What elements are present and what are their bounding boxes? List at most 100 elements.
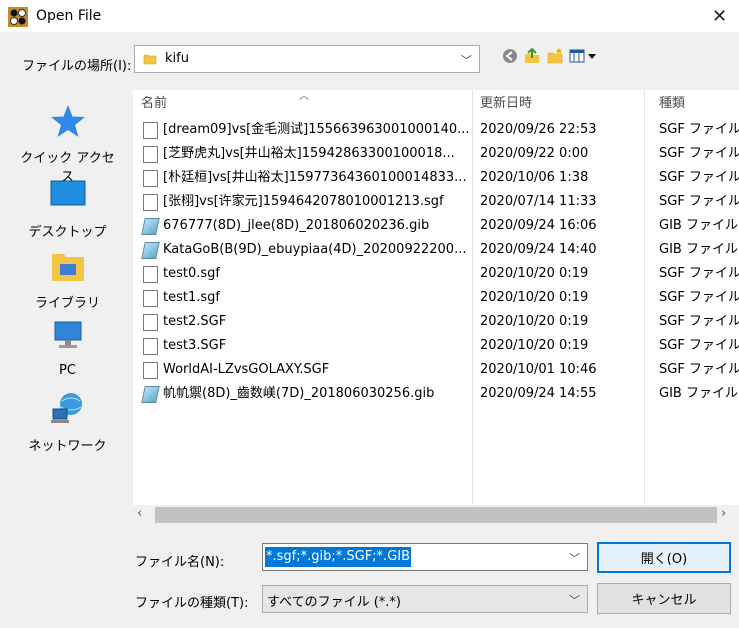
- file-name-cell: 676777(8D)_jlee(8D)_201806020236.gib: [163, 218, 430, 233]
- table-row[interactable]: [朴廷桓]vs[井山裕太]15977364360100014833... 2020…: [133, 166, 739, 190]
- file-type-cell: SGF ファイル: [659, 146, 739, 161]
- pc-icon: [54, 321, 82, 348]
- file-date-cell: 2020/09/24 14:40: [480, 242, 597, 257]
- gib-file-icon: [141, 386, 160, 403]
- place-desktop[interactable]: デスクトップ: [15, 177, 120, 241]
- view-menu-icon[interactable]: [568, 46, 598, 66]
- open-button-label: 開く(O): [640, 552, 688, 567]
- column-header-type[interactable]: 種類: [659, 90, 685, 117]
- table-row[interactable]: test3.SGF 2020/10/20 0:19 SGF ファイル: [133, 334, 739, 358]
- cancel-button[interactable]: キャンセル: [597, 583, 731, 614]
- window-title: Open File: [36, 8, 102, 24]
- file-name-cell: [朴廷桓]vs[井山裕太]15977364360100014833...: [163, 170, 467, 185]
- chevron-down-icon[interactable]: ﹀: [569, 592, 580, 608]
- table-row[interactable]: 㠶㠶禦(8D)_齒数嵄(7D)_201806030256.gib 2020/09/…: [133, 382, 739, 406]
- file-date-cell: 2020/07/14 11:33: [480, 194, 597, 209]
- filetype-label: ファイルの種類(T):: [135, 596, 249, 611]
- place-pc[interactable]: PC: [15, 319, 120, 383]
- file-type-cell: SGF ファイル: [659, 170, 739, 185]
- gib-file-icon: [141, 242, 160, 259]
- column-header-date[interactable]: 更新日時: [480, 90, 532, 117]
- close-button[interactable]: ✕: [700, 0, 739, 32]
- file-date-cell: 2020/09/22 0:00: [480, 146, 589, 161]
- file-type-cell: SGF ファイル: [659, 338, 739, 353]
- location-combo[interactable]: kifu ﹀: [134, 45, 480, 73]
- file-date-cell: 2020/10/06 1:38: [480, 170, 589, 185]
- file-type-cell: GIB ファイル: [659, 218, 738, 233]
- table-row[interactable]: test1.sgf 2020/10/20 0:19 SGF ファイル: [133, 286, 739, 310]
- file-type-cell: SGF ファイル: [659, 194, 739, 209]
- scroll-left-icon[interactable]: ‹: [137, 506, 142, 521]
- filename-value[interactable]: *.sgf;*.gib;*.SGF;*.GIB: [265, 547, 412, 567]
- place-label: ライブラリ: [34, 296, 100, 311]
- document-icon: [143, 122, 158, 139]
- file-list[interactable]: ︿ 名前 更新日時 種類 [dream09]vs[金毛测试]1556639630…: [133, 90, 739, 525]
- file-name-cell: WorldAI-LZvsGOLAXY.SGF: [163, 362, 330, 377]
- file-name-cell: [张栩]vs[许家元]1594642078010001213.sgf: [163, 194, 444, 209]
- filename-input[interactable]: *.sgf;*.gib;*.SGF;*.GIB ﹀: [262, 543, 588, 571]
- horizontal-scrollbar[interactable]: ‹ ›: [133, 505, 739, 525]
- document-icon: [143, 170, 158, 187]
- app-icon: [8, 7, 28, 27]
- scroll-right-icon[interactable]: ›: [721, 506, 726, 521]
- column-header-name[interactable]: 名前: [141, 90, 167, 117]
- file-type-cell: SGF ファイル: [659, 290, 739, 305]
- places-bar: クイック アクセス デスクトップ ライブラリ PC ネットワーク: [15, 93, 120, 513]
- place-library[interactable]: ライブラリ: [15, 248, 120, 312]
- place-label: ネットワーク: [28, 439, 107, 454]
- place-network[interactable]: ネットワーク: [15, 391, 120, 455]
- quick-access-star-icon: [51, 105, 85, 137]
- table-row[interactable]: WorldAI-LZvsGOLAXY.SGF 2020/10/01 10:46 SG…: [133, 358, 739, 382]
- document-icon: [143, 314, 158, 331]
- up-folder-icon[interactable]: [522, 46, 542, 66]
- cancel-button-label: キャンセル: [631, 593, 697, 608]
- new-folder-icon[interactable]: [545, 46, 565, 66]
- file-date-cell: 2020/10/01 10:46: [480, 362, 597, 377]
- file-type-cell: SGF ファイル: [659, 266, 739, 281]
- table-row[interactable]: 676777(8D)_jlee(8D)_201806020236.gib 2020…: [133, 214, 739, 238]
- filetype-select[interactable]: すべてのファイル (*.*) ﹀: [262, 585, 588, 613]
- file-name-cell: KataGoB(B(9D)_ebuypiaa(4D)_20200922200..…: [163, 242, 467, 257]
- file-date-cell: 2020/10/20 0:19: [480, 266, 589, 281]
- table-row[interactable]: test0.sgf 2020/10/20 0:19 SGF ファイル: [133, 262, 739, 286]
- table-row[interactable]: KataGoB(B(9D)_ebuypiaa(4D)_20200922200..…: [133, 238, 739, 262]
- table-row[interactable]: test2.SGF 2020/10/20 0:19 SGF ファイル: [133, 310, 739, 334]
- document-icon: [143, 146, 158, 163]
- table-row[interactable]: [张栩]vs[许家元]1594642078010001213.sgf 2020/0…: [133, 190, 739, 214]
- document-icon: [143, 290, 158, 307]
- file-date-cell: 2020/10/20 0:19: [480, 338, 589, 353]
- desktop-icon: [50, 180, 86, 206]
- table-row[interactable]: [芝野虎丸]vs[井山裕太]15942863300100018... 2020/0…: [133, 142, 739, 166]
- back-icon[interactable]: [500, 46, 520, 66]
- filename-label: ファイル名(N):: [135, 555, 225, 570]
- document-icon: [143, 266, 158, 283]
- scrollbar-thumb[interactable]: [155, 507, 717, 523]
- library-icon: [52, 254, 84, 281]
- document-icon: [143, 338, 158, 355]
- file-date-cell: 2020/09/26 22:53: [480, 122, 597, 137]
- file-rows: [dream09]vs[金毛测试]155663963001000140... 20…: [133, 118, 739, 418]
- place-label: デスクトップ: [28, 225, 107, 240]
- chevron-down-icon[interactable]: ﹀: [569, 550, 580, 566]
- place-quick-access[interactable]: クイック アクセス: [15, 103, 120, 185]
- file-name-cell: test1.sgf: [163, 290, 220, 305]
- file-type-cell: GIB ファイル: [659, 386, 738, 401]
- table-row[interactable]: [dream09]vs[金毛测试]155663963001000140... 20…: [133, 118, 739, 142]
- place-label: PC: [59, 363, 76, 378]
- sort-ascending-icon: ︿: [299, 91, 309, 102]
- gib-file-icon: [141, 218, 160, 235]
- chevron-down-icon[interactable]: ﹀: [461, 52, 472, 68]
- open-button[interactable]: 開く(O): [597, 542, 731, 573]
- network-icon: [51, 393, 82, 423]
- file-date-cell: 2020/09/24 16:06: [480, 218, 597, 233]
- file-type-cell: SGF ファイル: [659, 122, 739, 137]
- document-icon: [143, 362, 158, 379]
- file-name-cell: test0.sgf: [163, 266, 220, 281]
- file-name-cell: [dream09]vs[金毛测试]155663963001000140...: [163, 122, 469, 137]
- filetype-value: すべてのファイル (*.*): [267, 595, 401, 610]
- location-value: kifu: [165, 51, 189, 66]
- file-name-cell: test3.SGF: [163, 338, 227, 353]
- file-name-cell: 㠶㠶禦(8D)_齒数嵄(7D)_201806030256.gib: [163, 386, 435, 401]
- close-icon: ✕: [711, 5, 728, 27]
- file-date-cell: 2020/10/20 0:19: [480, 314, 589, 329]
